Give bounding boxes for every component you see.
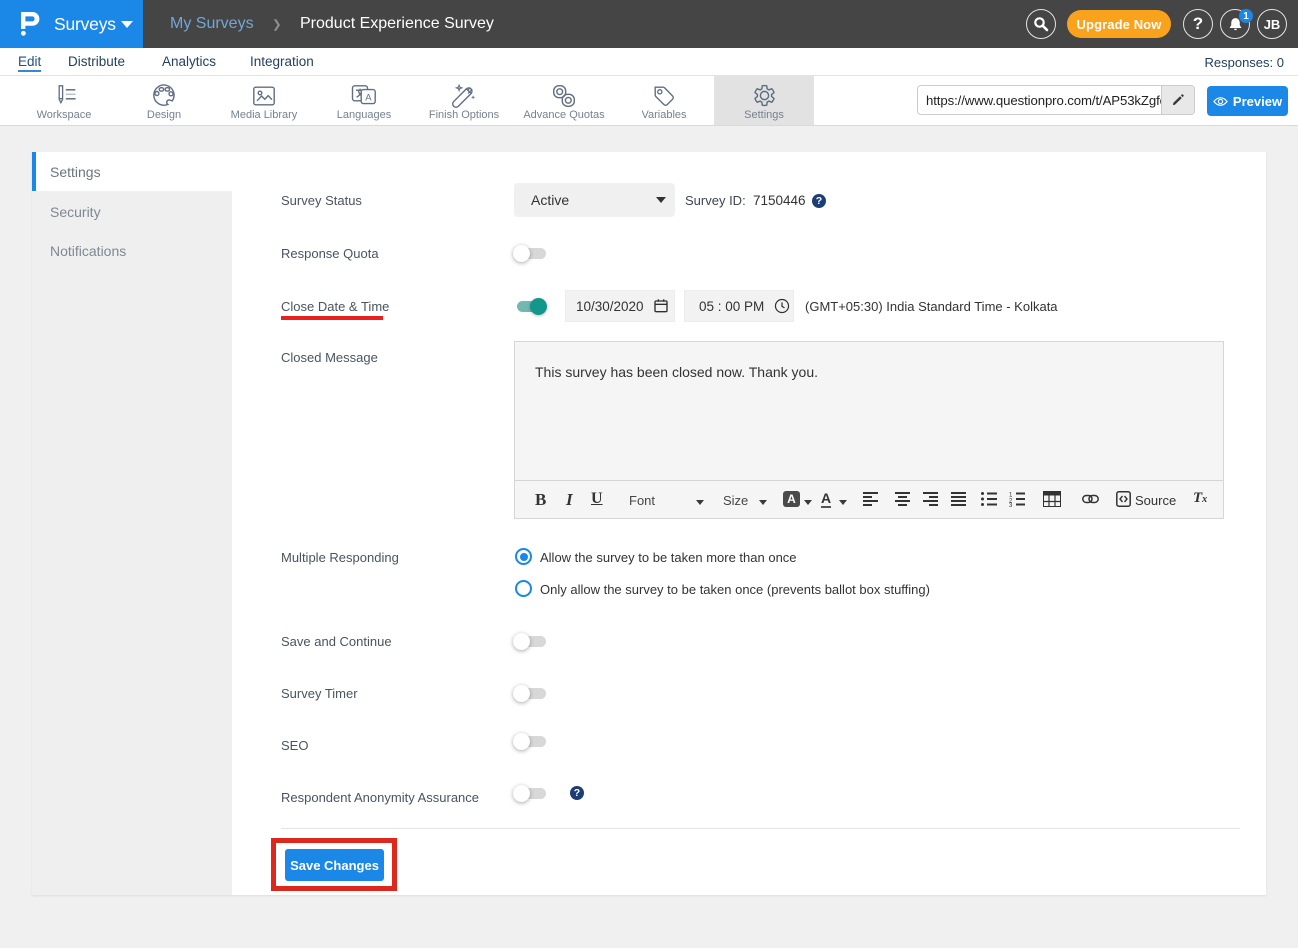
svg-text:A: A	[365, 93, 372, 104]
svg-text:3: 3	[1009, 503, 1013, 507]
